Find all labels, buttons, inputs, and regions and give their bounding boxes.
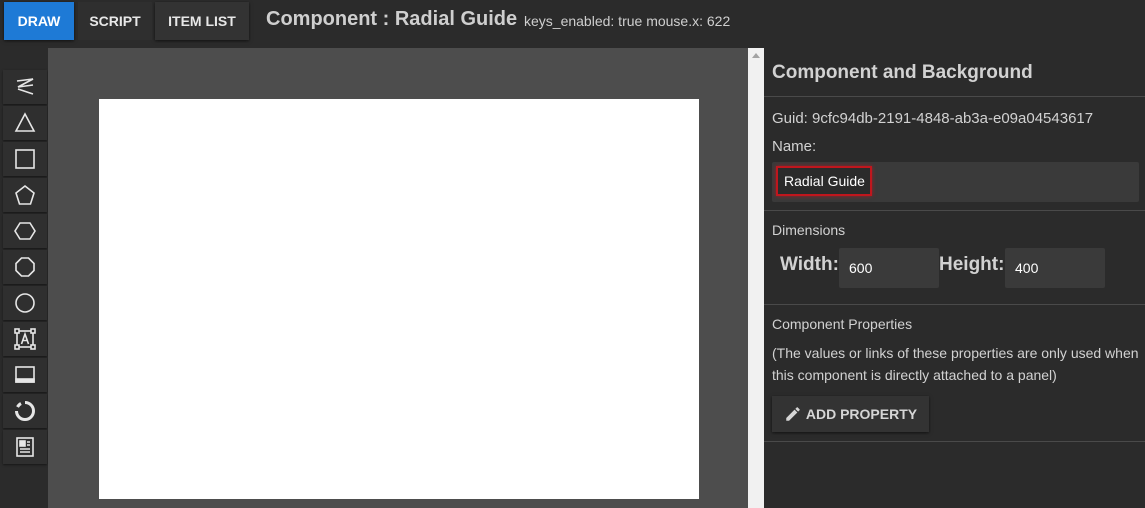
properties-panel: Component and Background Guid: 9cfc94db-… (764, 48, 1145, 508)
component-properties-note: (The values or links of these properties… (772, 345, 1139, 383)
text-tool[interactable] (3, 322, 47, 356)
panel-title: Component and Background (772, 62, 1033, 83)
panel-tool[interactable] (3, 358, 47, 392)
radial-icon (15, 401, 35, 421)
circle-tool[interactable] (3, 286, 47, 320)
pen-icon (16, 78, 34, 95)
width-label: Width: (780, 254, 839, 275)
width-input[interactable] (839, 248, 939, 288)
divider (764, 304, 1145, 305)
height-input[interactable] (1005, 248, 1105, 288)
name-label: Name: (772, 138, 817, 155)
octagon-tool[interactable] (3, 250, 47, 284)
pentagon-tool[interactable] (3, 178, 47, 212)
component-icon (16, 437, 34, 457)
add-property-label: ADD PROPERTY (805, 406, 918, 422)
scroll-up-arrow-icon[interactable] (752, 53, 760, 58)
tab-script[interactable]: SCRIPT (78, 2, 152, 40)
add-property-button[interactable]: ADD PROPERTY (772, 396, 929, 432)
height-label: Height: (939, 254, 1005, 275)
dimensions-label: Dimensions (772, 222, 846, 238)
radial-tool[interactable] (3, 394, 47, 428)
divider (764, 441, 1145, 442)
octagon-icon (15, 257, 35, 277)
hexagon-tool[interactable] (3, 214, 47, 248)
hexagon-icon (14, 222, 36, 240)
guid-text: Guid: 9cfc94db-2191-4848-ab3a-e09a045436… (772, 110, 1094, 127)
page-title: Component : Radial Guide (266, 8, 518, 30)
shape-toolbar (0, 48, 48, 508)
triangle-icon (14, 112, 36, 132)
pen-tool[interactable] (3, 70, 47, 104)
vertical-scrollbar[interactable] (748, 48, 764, 508)
pentagon-icon (15, 184, 35, 205)
circle-icon (15, 293, 35, 313)
divider (764, 210, 1145, 211)
panel-icon (15, 366, 35, 383)
triangle-tool[interactable] (3, 106, 47, 140)
top-bar: DRAW SCRIPT ITEM LIST Component : Radial… (0, 0, 1145, 48)
tab-item-list[interactable]: ITEM LIST (155, 2, 249, 40)
name-input[interactable] (776, 166, 872, 196)
tab-draw[interactable]: DRAW (4, 2, 74, 40)
component-tool[interactable] (3, 430, 47, 464)
canvas-area[interactable] (48, 48, 748, 508)
square-icon (15, 149, 35, 169)
status-readout: keys_enabled: true mouse.x: 622 (524, 13, 731, 29)
component-canvas[interactable] (99, 99, 699, 499)
name-field-container (772, 162, 1139, 202)
pencil-icon (786, 407, 800, 421)
text-box-icon (14, 328, 36, 350)
component-properties-label: Component Properties (772, 316, 913, 332)
divider (764, 96, 1145, 97)
rectangle-tool[interactable] (3, 142, 47, 176)
